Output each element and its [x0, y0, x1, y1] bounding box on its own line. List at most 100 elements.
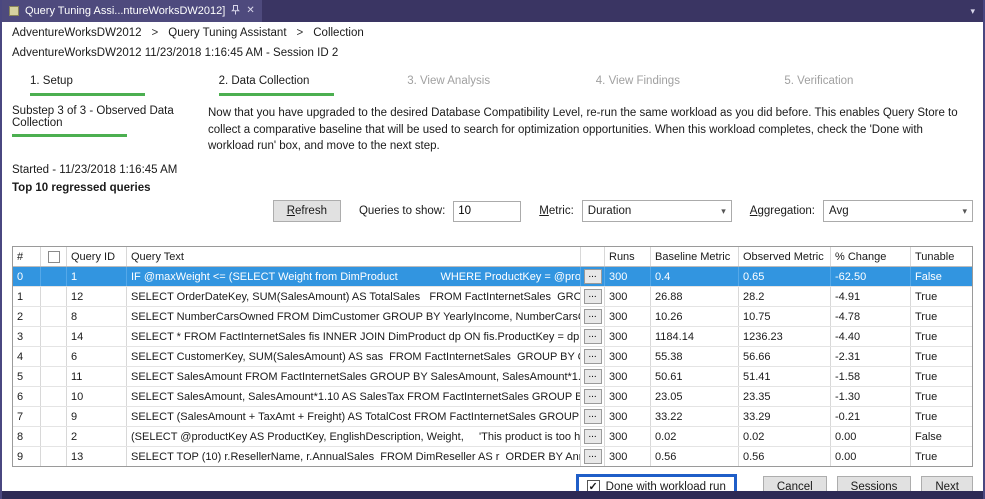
table-row[interactable]: 46SELECT CustomerKey, SUM(SalesAmount) A… — [13, 347, 972, 367]
aggregation-label: Aggregation: — [750, 205, 815, 217]
query-details-button[interactable]: ... — [584, 309, 602, 324]
bottom-window-edge — [2, 491, 983, 499]
query-details-button[interactable]: ... — [584, 369, 602, 384]
cell-query-id: 12 — [67, 287, 127, 306]
cell-query-id: 11 — [67, 367, 127, 386]
query-details-button[interactable]: ... — [584, 429, 602, 444]
header-query-id[interactable]: Query ID — [67, 247, 127, 266]
close-tab-icon[interactable]: ✕ — [246, 6, 254, 16]
cell-select — [41, 347, 67, 366]
header-tunable[interactable]: Tunable — [911, 247, 972, 266]
tab-list-dropdown-icon[interactable]: ▾ — [970, 6, 975, 17]
cell-percent-change: -1.58 — [831, 367, 911, 386]
cell-details: ... — [581, 287, 605, 306]
table-row[interactable]: 01IF @maxWeight <= (SELECT Weight from D… — [13, 267, 972, 287]
table-row[interactable]: 82(SELECT @productKey AS ProductKey, Eng… — [13, 427, 972, 447]
steps-row: 1. Setup2. Data Collection3. View Analys… — [12, 75, 973, 96]
cell-details: ... — [581, 367, 605, 386]
header-baseline-metric[interactable]: Baseline Metric — [651, 247, 739, 266]
cell-query-text: SELECT TOP (10) r.ResellerName, r.Annual… — [127, 447, 581, 466]
cell-query-id: 2 — [67, 427, 127, 446]
cell-select — [41, 427, 67, 446]
table-row[interactable]: 314SELECT * FROM FactInternetSales fis I… — [13, 327, 972, 347]
cell-baseline-metric: 33.22 — [651, 407, 739, 426]
header-row-number[interactable]: # — [13, 247, 41, 266]
breadcrumb-separator: > — [152, 27, 159, 39]
breadcrumb-item-assistant[interactable]: Query Tuning Assistant — [168, 27, 286, 39]
grid-header-row: # Query ID Query Text Runs Baseline Metr… — [13, 247, 972, 267]
aggregation-select[interactable]: Avg ▾ — [823, 200, 973, 222]
header-runs[interactable]: Runs — [605, 247, 651, 266]
cell-tunable: True — [911, 327, 972, 346]
cell-percent-change: -4.91 — [831, 287, 911, 306]
cell-percent-change: -4.40 — [831, 327, 911, 346]
document-tab[interactable]: Query Tuning Assi...ntureWorksDW2012] ✕ — [2, 0, 262, 22]
step-2: 2. Data Collection — [219, 75, 408, 96]
cell-tunable: True — [911, 307, 972, 326]
grid-body: 01IF @maxWeight <= (SELECT Weight from D… — [13, 267, 972, 466]
select-all-checkbox[interactable] — [48, 251, 60, 263]
header-percent-change[interactable]: % Change — [831, 247, 911, 266]
cell-baseline-metric: 0.56 — [651, 447, 739, 466]
table-row[interactable]: 511SELECT SalesAmount FROM FactInternetS… — [13, 367, 972, 387]
query-details-button[interactable]: ... — [584, 289, 602, 304]
cell-query-text: SELECT SalesAmount, SalesAmount*1.10 AS … — [127, 387, 581, 406]
sessions-button[interactable]: Sessions — [837, 476, 912, 491]
step-label: 3. View Analysis — [407, 75, 596, 87]
query-details-button[interactable]: ... — [584, 269, 602, 284]
done-with-workload-label[interactable]: Done with workload run — [606, 481, 726, 491]
cell-row-number: 9 — [13, 447, 41, 466]
breadcrumb-item-collection[interactable]: Collection — [313, 27, 364, 39]
document-icon — [9, 6, 19, 16]
cancel-button[interactable]: Cancel — [763, 476, 827, 491]
cell-runs: 300 — [605, 347, 651, 366]
query-details-button[interactable]: ... — [584, 449, 602, 464]
breadcrumb-separator: > — [297, 27, 304, 39]
cell-query-text: SELECT CustomerKey, SUM(SalesAmount) AS … — [127, 347, 581, 366]
done-with-workload-checkbox[interactable]: ✓ — [587, 480, 600, 491]
cell-runs: 300 — [605, 387, 651, 406]
query-details-button[interactable]: ... — [584, 409, 602, 424]
cell-query-id: 14 — [67, 327, 127, 346]
query-details-button[interactable]: ... — [584, 389, 602, 404]
table-row[interactable]: 28SELECT NumberCarsOwned FROM DimCustome… — [13, 307, 972, 327]
next-button[interactable]: Next — [921, 476, 973, 491]
pin-icon[interactable] — [231, 5, 240, 18]
breadcrumb-item-database[interactable]: AdventureWorksDW2012 — [12, 27, 142, 39]
step-progress-line — [30, 93, 145, 96]
query-details-button[interactable]: ... — [584, 329, 602, 344]
cell-row-number: 5 — [13, 367, 41, 386]
metric-select[interactable]: Duration ▾ — [582, 200, 732, 222]
step-4: 4. View Findings — [596, 75, 785, 96]
cell-select — [41, 307, 67, 326]
cell-percent-change: -4.78 — [831, 307, 911, 326]
breadcrumb: AdventureWorksDW2012 > Query Tuning Assi… — [12, 22, 973, 39]
cell-percent-change: 0.00 — [831, 447, 911, 466]
queries-to-show-input[interactable] — [453, 201, 521, 222]
cell-query-id: 9 — [67, 407, 127, 426]
query-details-button[interactable]: ... — [584, 349, 602, 364]
cell-observed-metric: 23.35 — [739, 387, 831, 406]
checkmark-icon: ✓ — [589, 480, 598, 491]
cell-query-text: IF @maxWeight <= (SELECT Weight from Dim… — [127, 267, 581, 286]
cell-baseline-metric: 1184.14 — [651, 327, 739, 346]
table-row[interactable]: 913SELECT TOP (10) r.ResellerName, r.Ann… — [13, 447, 972, 466]
refresh-button[interactable]: Refresh — [273, 200, 341, 222]
cell-observed-metric: 56.66 — [739, 347, 831, 366]
cell-select — [41, 327, 67, 346]
cell-select — [41, 367, 67, 386]
table-row[interactable]: 610SELECT SalesAmount, SalesAmount*1.10 … — [13, 387, 972, 407]
cell-query-text: SELECT OrderDateKey, SUM(SalesAmount) AS… — [127, 287, 581, 306]
header-observed-metric[interactable]: Observed Metric — [739, 247, 831, 266]
chevron-down-icon: ▾ — [716, 206, 731, 217]
cell-observed-metric: 28.2 — [739, 287, 831, 306]
cell-percent-change: -2.31 — [831, 347, 911, 366]
table-row[interactable]: 112SELECT OrderDateKey, SUM(SalesAmount)… — [13, 287, 972, 307]
started-timestamp: Started - 11/23/2018 1:16:45 AM — [12, 164, 973, 176]
cell-details: ... — [581, 307, 605, 326]
footer-row: ✓ Done with workload run Cancel Sessions… — [12, 474, 973, 491]
header-query-text[interactable]: Query Text — [127, 247, 581, 266]
header-select-all[interactable] — [41, 247, 67, 266]
cell-row-number: 4 — [13, 347, 41, 366]
table-row[interactable]: 79SELECT (SalesAmount + TaxAmt + Freight… — [13, 407, 972, 427]
